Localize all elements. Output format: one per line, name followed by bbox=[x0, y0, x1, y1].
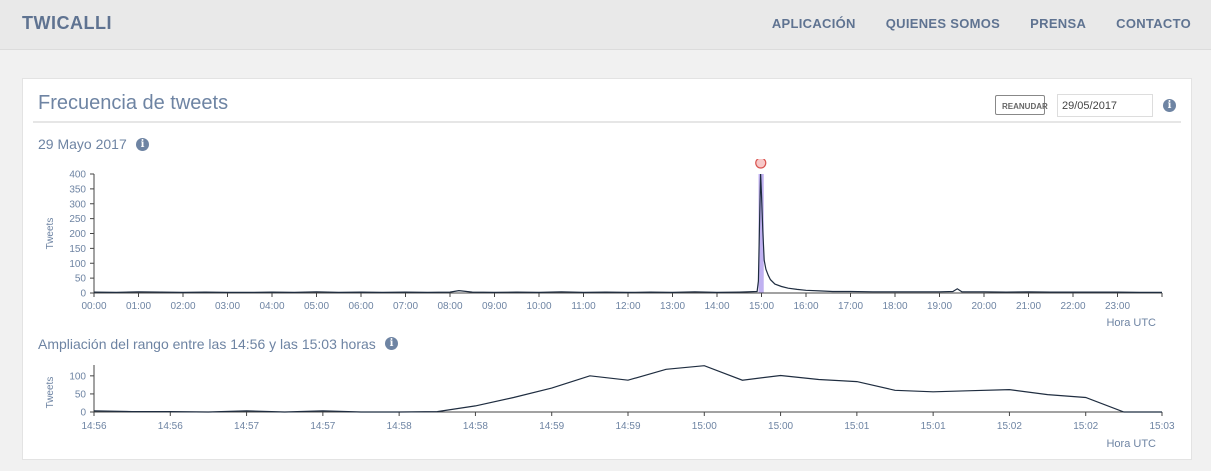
x-tick-label: 20:00 bbox=[971, 301, 996, 312]
x-tick-label: 21:00 bbox=[1016, 301, 1041, 312]
x-axis-label: Hora UTC bbox=[1106, 317, 1156, 329]
y-tick-label: 400 bbox=[69, 170, 86, 181]
peak-marker bbox=[755, 159, 767, 169]
y-tick-label: 50 bbox=[75, 274, 87, 285]
x-tick-label: 14:57 bbox=[234, 421, 259, 432]
x-tick-label: 11:00 bbox=[571, 301, 596, 312]
x-tick-label: 06:00 bbox=[348, 301, 373, 312]
series-line bbox=[93, 173, 1162, 294]
chart-zoom-info-icon[interactable]: i bbox=[385, 337, 398, 350]
x-tick-label: 14:00 bbox=[704, 301, 729, 312]
x-tick-label: 15:00 bbox=[749, 301, 774, 312]
chart-day-title: 29 Mayo 2017 bbox=[38, 136, 127, 152]
chart-zoom-title: Ampliación del rango entre las 14:56 y l… bbox=[38, 336, 376, 352]
x-tick-label: 14:56 bbox=[81, 421, 106, 432]
nav-quienes-somos[interactable]: QUIENES SOMOS bbox=[886, 16, 1000, 31]
nav-contacto[interactable]: CONTACTO bbox=[1116, 16, 1191, 31]
x-tick-label: 03:00 bbox=[215, 301, 240, 312]
x-tick-label: 16:00 bbox=[793, 301, 818, 312]
x-tick-label: 15:03 bbox=[1149, 421, 1174, 432]
y-tick-label: 200 bbox=[69, 229, 86, 240]
main-nav: APLICACIÓN QUIENES SOMOS PRENSA CONTACTO bbox=[772, 16, 1191, 31]
x-tick-label: 15:00 bbox=[692, 421, 717, 432]
x-tick-label: 14:58 bbox=[387, 421, 412, 432]
x-tick-label: 15:01 bbox=[844, 421, 869, 432]
x-tick-label: 05:00 bbox=[304, 301, 329, 312]
x-tick-label: 13:00 bbox=[660, 301, 685, 312]
resume-button[interactable]: REANUDAR bbox=[995, 95, 1048, 115]
y-axis-label: Tweets bbox=[45, 377, 56, 409]
x-tick-label: 18:00 bbox=[882, 301, 907, 312]
y-tick-label: 150 bbox=[69, 244, 86, 255]
x-tick-label: 19:00 bbox=[927, 301, 952, 312]
x-tick-label: 14:56 bbox=[158, 421, 183, 432]
panel-title: Frecuencia de tweets bbox=[38, 92, 229, 114]
x-tick-label: 08:00 bbox=[437, 301, 462, 312]
x-tick-label: 04:00 bbox=[259, 301, 284, 312]
y-tick-label: 50 bbox=[75, 389, 87, 400]
x-tick-label: 02:00 bbox=[170, 301, 195, 312]
top-navbar: TWICALLI APLICACIÓN QUIENES SOMOS PRENSA… bbox=[0, 0, 1211, 50]
panel-divider bbox=[33, 121, 1181, 123]
x-tick-label: 15:02 bbox=[1073, 421, 1098, 432]
y-tick-label: 0 bbox=[80, 289, 86, 300]
info-icon[interactable]: i bbox=[1163, 99, 1176, 112]
nav-aplicacion[interactable]: APLICACIÓN bbox=[772, 16, 856, 31]
x-tick-label: 14:59 bbox=[539, 421, 564, 432]
y-tick-label: 250 bbox=[69, 214, 86, 225]
x-tick-label: 14:58 bbox=[463, 421, 488, 432]
y-tick-label: 0 bbox=[80, 408, 86, 419]
chart-day-info-icon[interactable]: i bbox=[136, 138, 149, 151]
x-tick-label: 15:02 bbox=[997, 421, 1022, 432]
x-tick-label: 14:57 bbox=[310, 421, 335, 432]
y-axis-label: Tweets bbox=[45, 218, 56, 250]
day-chart[interactable]: 0 50 100 150 200 250 300 350 400 00:00 01:00 02:00 0… bbox=[23, 159, 1189, 329]
x-tick-label: 14:59 bbox=[615, 421, 640, 432]
date-field[interactable] bbox=[1057, 94, 1153, 117]
x-tick-label: 15:01 bbox=[921, 421, 946, 432]
x-tick-label: 17:00 bbox=[838, 301, 863, 312]
y-tick-label: 350 bbox=[69, 184, 86, 195]
y-tick-label: 300 bbox=[69, 199, 86, 210]
x-tick-label: 10:00 bbox=[526, 301, 551, 312]
brand-logo[interactable]: TWICALLI bbox=[22, 13, 112, 34]
x-tick-label: 00:00 bbox=[81, 301, 106, 312]
x-axis-label: Hora UTC bbox=[1106, 438, 1156, 450]
nav-prensa[interactable]: PRENSA bbox=[1030, 16, 1086, 31]
x-tick-label: 01:00 bbox=[126, 301, 151, 312]
tweet-frequency-panel: Frecuencia de tweets REANUDAR i 29 Mayo … bbox=[22, 78, 1192, 460]
y-tick-label: 100 bbox=[69, 371, 86, 382]
series-line bbox=[93, 365, 1162, 413]
x-tick-label: 22:00 bbox=[1060, 301, 1085, 312]
y-tick-label: 100 bbox=[69, 259, 86, 270]
x-tick-label: 07:00 bbox=[393, 301, 418, 312]
x-tick-label: 12:00 bbox=[615, 301, 640, 312]
x-tick-label: 09:00 bbox=[482, 301, 507, 312]
x-tick-label: 23:00 bbox=[1105, 301, 1130, 312]
zoom-chart[interactable]: 0 50 100 14:56 14:56 14:57 14:57 14:58 14:58 14:5… bbox=[23, 359, 1189, 457]
x-tick-label: 15:00 bbox=[768, 421, 793, 432]
